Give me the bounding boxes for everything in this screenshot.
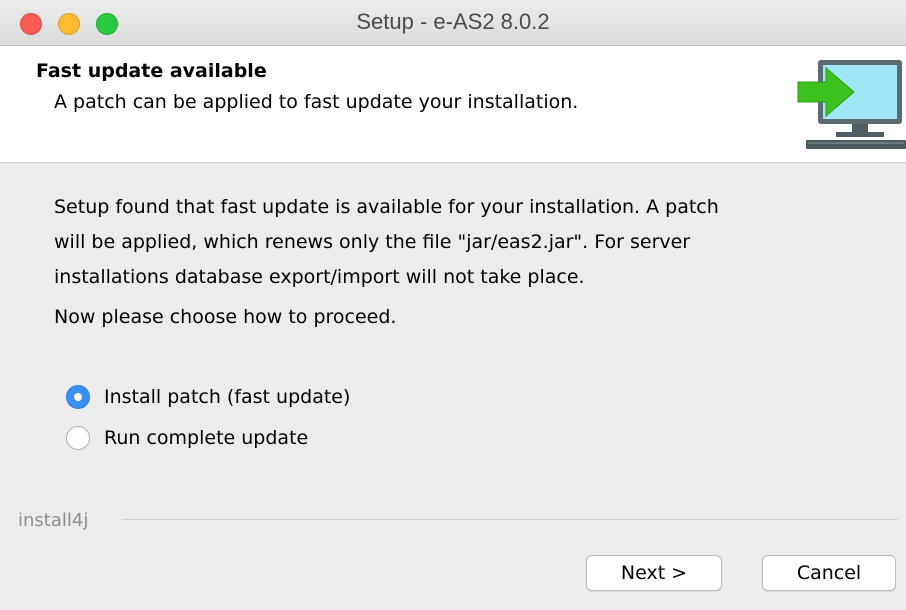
description-line: Setup found that fast update is availabl… (54, 196, 719, 218)
complete-update-radio[interactable] (66, 426, 90, 450)
description-line: will be applied, which renews only the f… (54, 231, 691, 253)
complete-update-option[interactable]: Run complete update (66, 424, 308, 452)
complete-update-label[interactable]: Run complete update (104, 427, 308, 449)
install-patch-label[interactable]: Install patch (fast update) (104, 386, 350, 408)
footer-divider (122, 519, 898, 520)
wizard-header: Fast update available A patch can be app… (0, 46, 906, 163)
proceed-prompt: Now please choose how to proceed. (54, 306, 397, 328)
install4j-brand: install4j (18, 510, 89, 531)
window-title: Setup - e-AS2 8.0.2 (356, 9, 550, 34)
install-patch-radio[interactable] (66, 385, 90, 409)
monitor-arrow-icon (796, 56, 906, 156)
description: Setup found that fast update is availabl… (54, 190, 874, 295)
title-bar[interactable]: Setup - e-AS2 8.0.2 (0, 0, 906, 46)
step-subtitle: A patch can be applied to fast update yo… (54, 91, 579, 113)
cancel-button[interactable]: Cancel (762, 555, 896, 591)
installer-window: Setup - e-AS2 8.0.2 Fast update availabl… (0, 0, 906, 610)
next-button[interactable]: Next > (586, 555, 722, 591)
description-line: installations database export/import wil… (54, 266, 585, 288)
step-title: Fast update available (36, 60, 267, 82)
install-patch-option[interactable]: Install patch (fast update) (66, 383, 350, 411)
